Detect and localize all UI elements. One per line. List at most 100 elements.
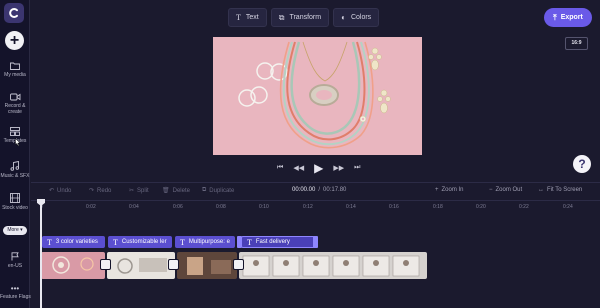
video-clip[interactable]: [239, 252, 427, 279]
text-clip-label: 3 color varieties: [55, 239, 98, 245]
export-button[interactable]: ⤒ Export: [544, 8, 592, 27]
duplicate-button[interactable]: ⧉ Duplicate: [202, 187, 234, 194]
redo-button[interactable]: ↷ Redo: [89, 187, 112, 195]
redo-icon: ↷: [89, 188, 95, 194]
timeline-ruler[interactable]: 0 0:02 0:04 0:06 0:08 0:10 0:12 0:14 0:1…: [31, 200, 600, 216]
text-button-label: Text: [245, 14, 259, 21]
text-icon: T: [113, 237, 118, 247]
sidebar-item-label: My media: [4, 72, 26, 78]
ruler-tick: 0:18: [433, 204, 443, 210]
clip-trim-handle-right[interactable]: [313, 236, 318, 248]
editing-toolbar: T Text ⧉ Transform ◐ Colors: [228, 8, 380, 27]
sidebar-item-label: Record & create: [4, 103, 26, 115]
time-separator: /: [318, 187, 321, 193]
fast-forward-icon[interactable]: ▶▶: [333, 164, 344, 172]
sidebar-item-music[interactable]: Music & SFX: [0, 161, 30, 179]
ruler-tick: 0:12: [303, 204, 313, 210]
ruler-tick: 0:06: [173, 204, 183, 210]
text-button[interactable]: T Text: [228, 8, 267, 27]
video-clip[interactable]: [107, 252, 175, 279]
plus-icon: +: [435, 187, 439, 193]
text-clip[interactable]: T3 color varieties: [42, 236, 105, 248]
film-icon: [10, 193, 20, 203]
transform-icon: ⧉: [278, 12, 285, 22]
fit-label: Fit To Screen: [547, 187, 583, 193]
sidebar-item-label: en-US: [7, 263, 23, 269]
text-clip[interactable]: T Multipurpose: e: [175, 236, 235, 248]
skip-end-icon[interactable]: ⏭: [354, 164, 360, 172]
zoom-in-button[interactable]: + Zoom In: [435, 187, 464, 193]
ruler-tick: 0:08: [216, 204, 226, 210]
sidebar-item-feature-flags[interactable]: ••• Feature Flags: [0, 284, 31, 301]
video-editor: + My media Record & create Templates Musi…: [0, 0, 600, 308]
colors-button-label: Colors: [350, 14, 372, 21]
ruler-tick: 0:14: [346, 204, 356, 210]
transition-icon[interactable]: [233, 259, 244, 270]
text-clip-label: Multipurpose: e: [188, 239, 230, 245]
undo-button[interactable]: ↶ Undo: [49, 187, 72, 195]
sidebar-item-my-media[interactable]: My media: [0, 62, 30, 78]
video-clip[interactable]: [41, 252, 105, 279]
video-clip[interactable]: [177, 252, 237, 279]
sidebar: + My media Record & create Templates Musi…: [0, 0, 31, 308]
transform-button[interactable]: ⧉ Transform: [270, 8, 330, 27]
text-icon: T: [47, 237, 52, 247]
more-dots-icon: •••: [10, 284, 20, 293]
skip-start-icon[interactable]: ⏮: [277, 164, 283, 172]
ruler-tick: 0:10: [259, 204, 269, 210]
sidebar-item-label: Music & SFX: [0, 173, 30, 179]
export-icon: ⤒: [553, 12, 557, 22]
add-media-button[interactable]: +: [5, 31, 24, 50]
folder-icon: [10, 62, 20, 70]
zoom-out-label: Zoom Out: [495, 187, 523, 193]
fit-to-screen-button[interactable]: ↔ Fit To Screen: [538, 187, 582, 193]
split-icon: ✂: [129, 188, 135, 194]
ruler-tick: 0:04: [129, 204, 139, 210]
text-icon: T: [236, 13, 241, 22]
arrows-icon: ↔: [538, 187, 544, 193]
export-label: Export: [560, 14, 583, 21]
sidebar-item-language[interactable]: en-US: [0, 252, 30, 269]
transform-button-label: Transform: [289, 14, 322, 21]
app-logo[interactable]: [4, 3, 24, 23]
colors-button[interactable]: ◐ Colors: [333, 8, 380, 27]
video-preview[interactable]: [213, 37, 422, 155]
more-button[interactable]: More ▾: [3, 226, 27, 235]
play-icon[interactable]: ▶: [314, 161, 323, 175]
playhead[interactable]: [40, 199, 42, 308]
flag-icon: [11, 252, 19, 261]
delete-button[interactable]: 🗑 Delete: [162, 187, 190, 195]
ruler-tick: 0:02: [86, 204, 96, 210]
sidebar-item-label: Feature Flags: [0, 294, 31, 300]
video-camera-icon: [9, 93, 20, 101]
time-display: 00:00.00/00:17.80: [292, 187, 346, 193]
sidebar-item-record[interactable]: Record & create: [0, 93, 30, 115]
redo-label: Redo: [97, 187, 112, 194]
aspect-ratio-button[interactable]: 16:9: [565, 37, 588, 50]
zoom-out-button[interactable]: − Zoom Out: [489, 187, 522, 193]
duplicate-label: Duplicate: [209, 187, 235, 194]
playback-controls: ⏮ ◀◀ ▶ ▶▶ ⏭: [277, 161, 360, 175]
text-clip-label: Customizable ler: [121, 239, 167, 245]
sidebar-item-stock-video[interactable]: Stock video: [0, 193, 30, 211]
delete-label: Delete: [172, 187, 190, 194]
text-clip-selected[interactable]: T Fast delivery: [241, 236, 315, 248]
rewind-icon[interactable]: ◀◀: [293, 164, 304, 172]
transition-icon[interactable]: [100, 259, 111, 270]
text-clip-label: Fast delivery: [255, 239, 290, 245]
transition-icon[interactable]: [168, 259, 179, 270]
mouse-cursor-icon: [15, 138, 21, 146]
help-button[interactable]: ?: [573, 155, 591, 173]
current-time: 00:00.00: [292, 187, 316, 193]
text-clip[interactable]: T Customizable ler: [108, 236, 172, 248]
ruler-tick: 0:22: [519, 204, 529, 210]
ruler-tick: 0:20: [476, 204, 486, 210]
ruler-tick: 0:24: [563, 204, 573, 210]
undo-icon: ↶: [49, 188, 55, 194]
templates-icon: [10, 127, 20, 136]
jewelry-photo: [213, 37, 422, 155]
split-button[interactable]: ✂ Split: [129, 187, 149, 195]
colors-icon: ◐: [341, 13, 346, 22]
split-label: Split: [137, 187, 149, 194]
undo-label: Undo: [57, 187, 72, 194]
